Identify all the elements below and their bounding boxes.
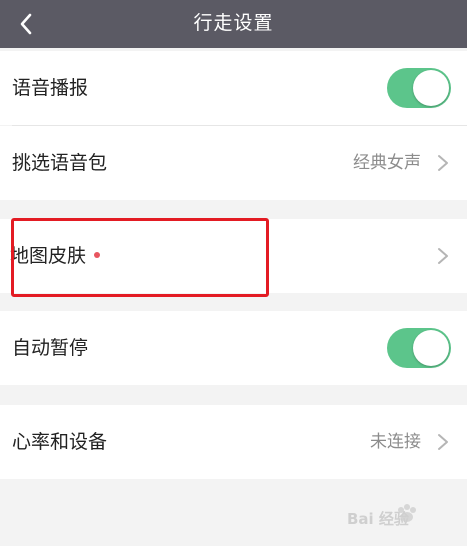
setting-row-voice-pack[interactable]: 挑选语音包 经典女声 [0, 126, 467, 200]
setting-row-auto-pause: 自动暂停 [0, 311, 467, 385]
chevron-right-icon [438, 434, 448, 450]
highlight-annotation-box [11, 218, 269, 297]
voice-broadcast-toggle[interactable] [387, 68, 451, 108]
voice-pack-value: 经典女声 [353, 153, 421, 173]
setting-label: 语音播报 [12, 77, 89, 99]
setting-label: 自动暂停 [12, 337, 89, 359]
heart-rate-value: 未连接 [370, 432, 421, 452]
top-bar: 行走设置 [0, 0, 467, 48]
toggle-knob [413, 330, 449, 366]
svg-text:Bai 经验: Bai 经验 [347, 510, 410, 528]
setting-row-voice-broadcast: 语音播报 [0, 51, 467, 125]
setting-label: 心率和设备 [12, 431, 108, 453]
setting-label: 挑选语音包 [12, 152, 108, 174]
chevron-right-icon [438, 248, 448, 264]
page-title: 行走设置 [193, 12, 274, 34]
toggle-knob [413, 70, 449, 106]
chevron-right-icon [438, 155, 448, 171]
baidu-jingyan-watermark: Bai 经验 [347, 504, 416, 528]
setting-row-heart-rate-devices[interactable]: 心率和设备 未连接 [0, 405, 467, 479]
auto-pause-toggle[interactable] [387, 328, 451, 368]
